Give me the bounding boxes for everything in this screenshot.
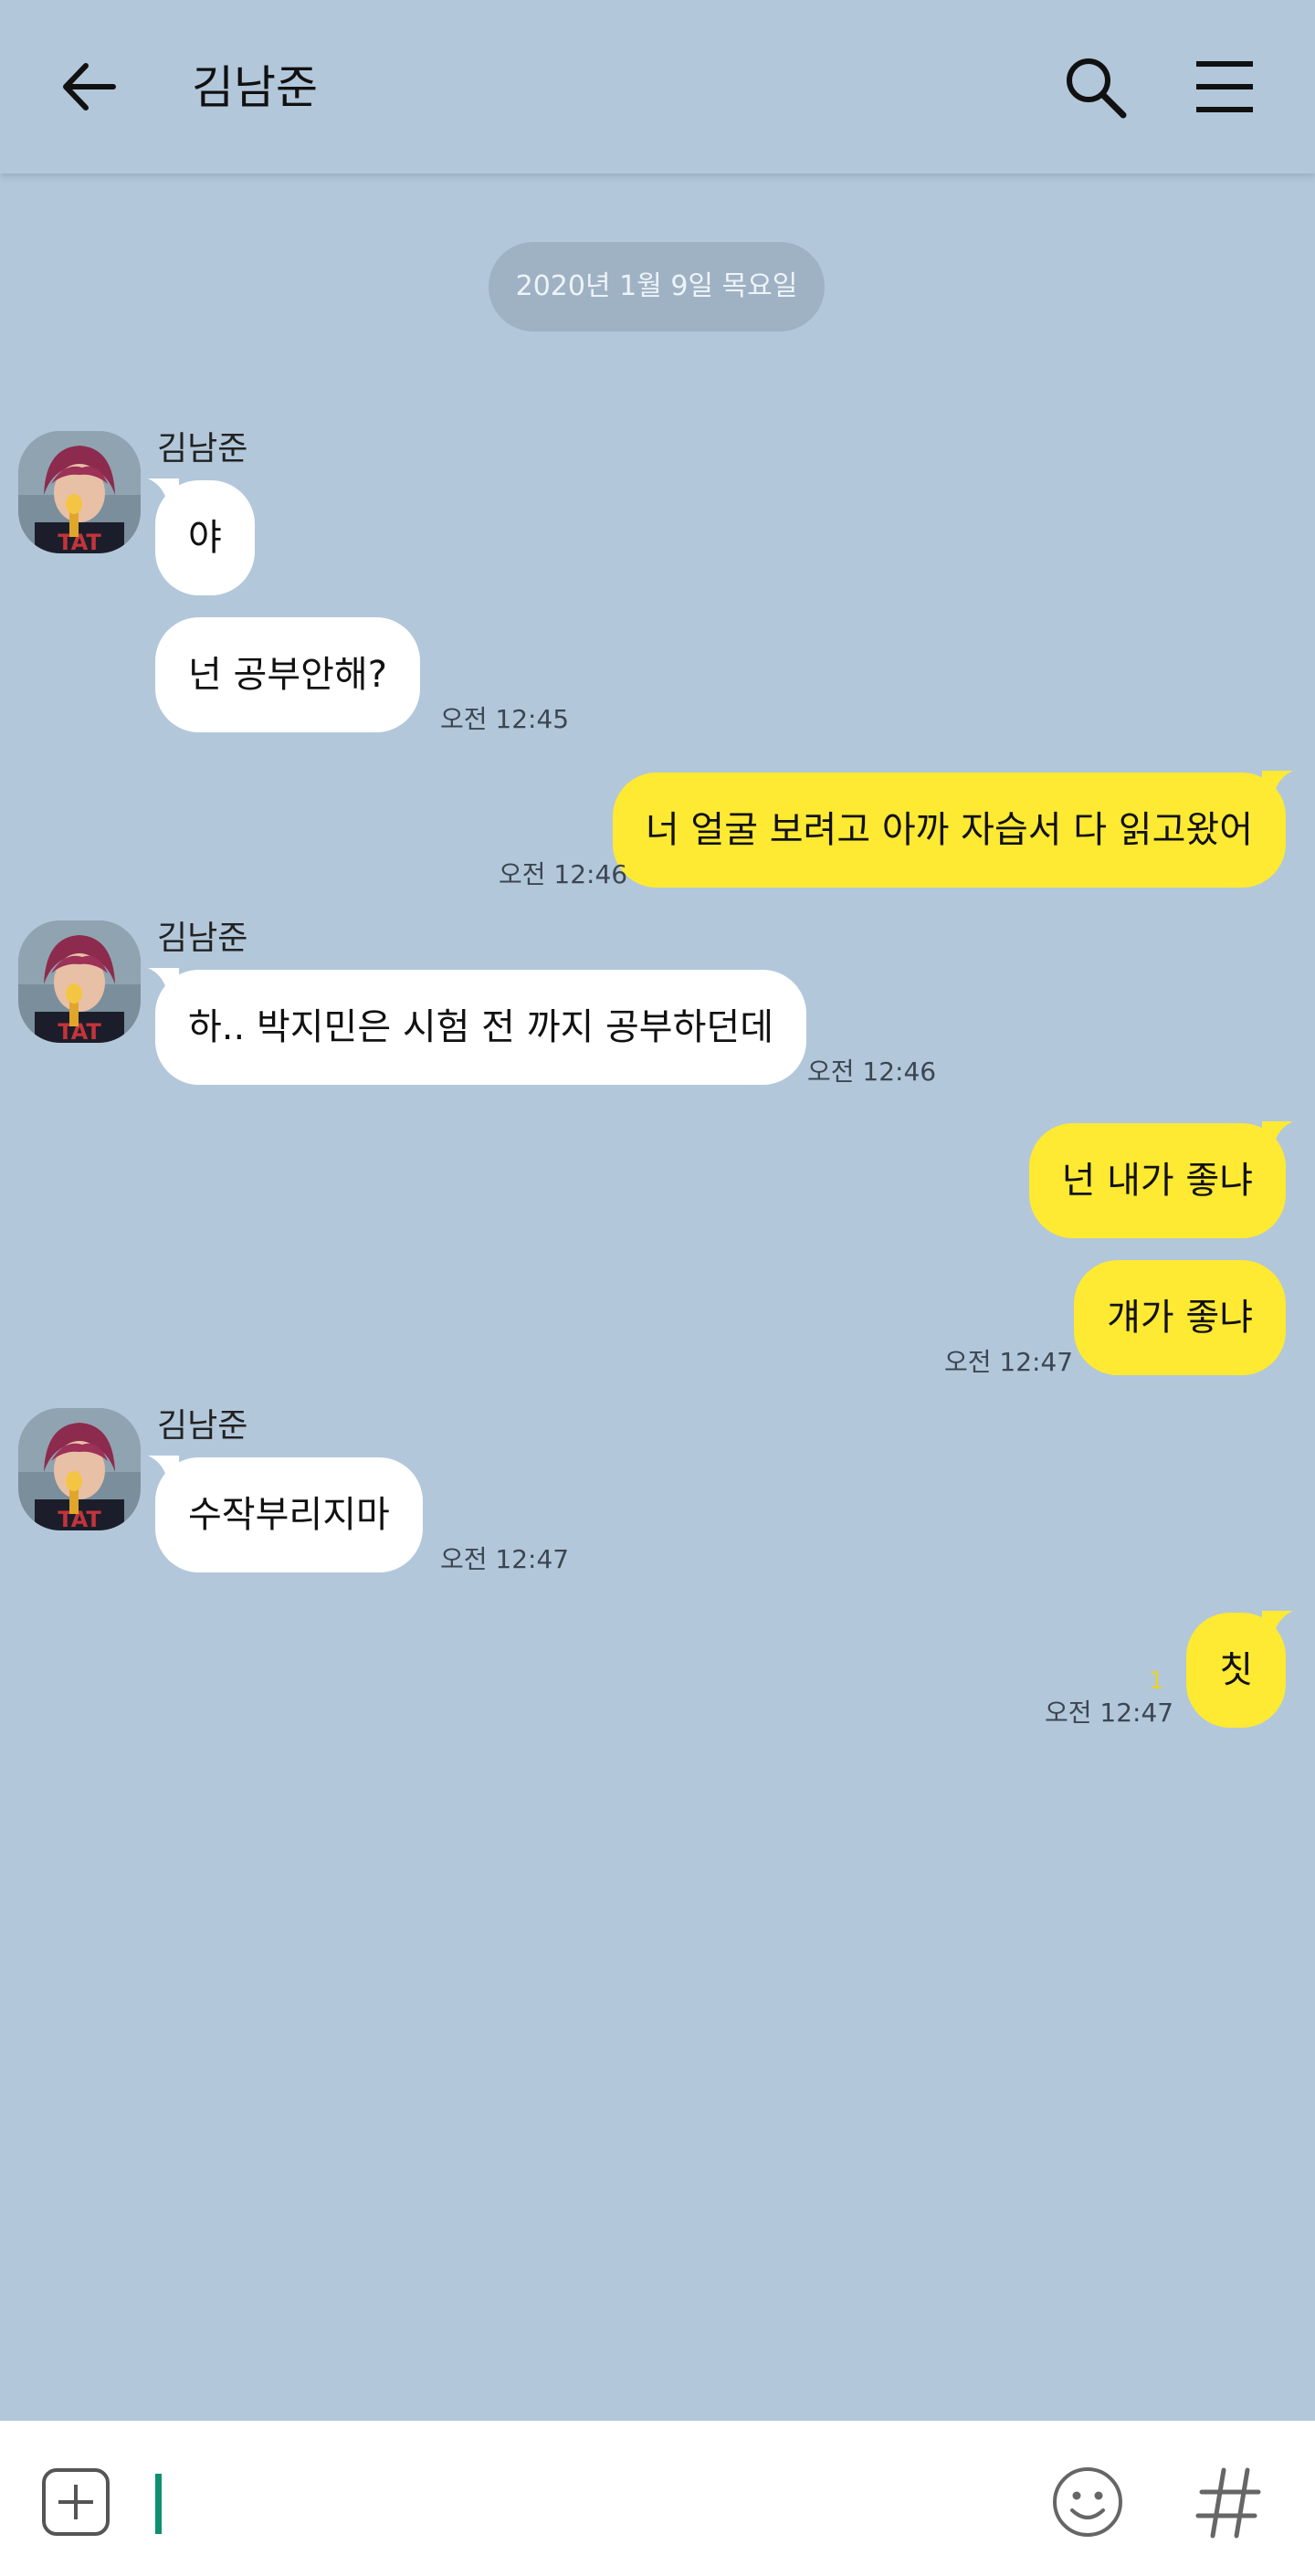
sender-name: 김남준 [157, 430, 248, 468]
svg-text:TAT: TAT [58, 1507, 101, 1530]
message-bubble[interactable]: 걔가 좋냐 [1074, 1260, 1286, 1375]
hashtag-icon[interactable] [1193, 2465, 1266, 2541]
svg-text:TAT: TAT [58, 530, 101, 553]
message-time: 오전 12:47 [440, 1544, 570, 1574]
message-time: 오전 12:46 [807, 1057, 937, 1087]
chat-title: 김남준 [192, 61, 318, 114]
chat-header: 김남준 [0, 0, 1315, 173]
message-time: 오전 12:47 [944, 1347, 1074, 1377]
message-bubble[interactable]: 수작부리지마 [155, 1457, 423, 1572]
sender-name: 김남준 [157, 1407, 248, 1445]
svg-text:TAT: TAT [58, 1019, 101, 1043]
menu-icon[interactable] [1193, 57, 1257, 117]
message-time: 오전 12:46 [499, 859, 628, 889]
text-input-cursor[interactable] [155, 2474, 162, 2534]
message-bubble[interactable]: 넌 내가 좋냐 [1028, 1123, 1286, 1238]
emoji-icon[interactable] [1050, 2465, 1125, 2539]
attach-plus-icon[interactable] [40, 2466, 111, 2538]
search-icon[interactable] [1061, 53, 1129, 121]
message-bubble[interactable]: 야 [155, 480, 255, 595]
message-bubble[interactable]: 칫 [1186, 1613, 1286, 1728]
contact-avatar[interactable]: TAT [18, 431, 141, 553]
message-time: 오전 12:47 [1045, 1698, 1174, 1728]
contact-avatar[interactable]: TAT [18, 1408, 141, 1530]
message-bubble[interactable]: 넌 공부안해? [155, 617, 420, 732]
contact-avatar[interactable]: TAT [18, 920, 141, 1043]
unread-count: 1 [1149, 1667, 1164, 1695]
message-time: 오전 12:45 [440, 704, 570, 734]
message-bubble[interactable]: 너 얼굴 보려고 아까 자습서 다 읽고왔어 [612, 773, 1286, 888]
message-bubble[interactable]: 하.. 박지민은 시험 전 까지 공부하던데 [155, 970, 807, 1085]
message-composer [0, 2421, 1315, 2576]
back-arrow-icon[interactable] [58, 55, 122, 119]
date-divider: 2020년 1월 9일 목요일 [489, 242, 825, 331]
sender-name: 김남준 [157, 920, 248, 957]
